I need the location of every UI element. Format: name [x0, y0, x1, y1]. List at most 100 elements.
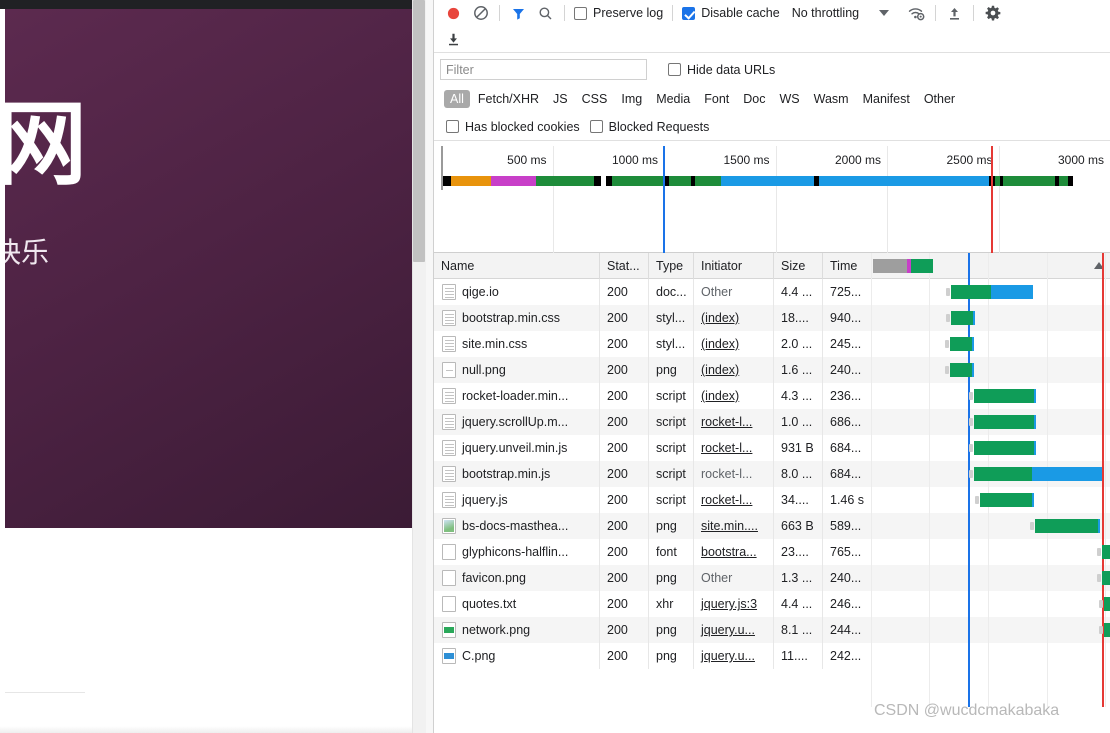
table-row[interactable]: favicon.png 200 png Other 1.3 ... 240... [434, 565, 1110, 591]
blocked-requests-checkbox[interactable]: Blocked Requests [589, 120, 709, 134]
throttling-select[interactable]: No throttling [792, 6, 859, 20]
cell-name: jquery.scrollUp.m... [462, 415, 569, 429]
requests-table-body: qige.io 200 doc... Other 4.4 ... 725... bootst… [434, 279, 1110, 733]
import-har-button[interactable] [440, 27, 467, 51]
type-filter-all[interactable]: All [444, 90, 470, 108]
screenshot-root: 网 快乐 Preserve log Disable cache No throt… [0, 0, 1110, 733]
table-row[interactable]: rocket-loader.min... 200 script (index) 4.3 … [434, 383, 1110, 409]
cell-type: script [648, 487, 693, 513]
cell-type: png [648, 513, 693, 539]
table-row[interactable]: bootstrap.min.css 200 styl... (index) 18....… [434, 305, 1110, 331]
column-header-name[interactable]: Name [434, 253, 599, 279]
cell-time: 240... [822, 357, 871, 383]
cell-initiator: Other [693, 279, 773, 305]
column-header-type[interactable]: Type [648, 253, 693, 279]
cell-initiator[interactable]: (index) [693, 331, 773, 357]
overview-request-segment [594, 176, 601, 186]
toolbar-separator-5 [973, 5, 975, 21]
cell-initiator[interactable]: (index) [693, 383, 773, 409]
type-filter-js[interactable]: JS [547, 90, 574, 108]
cell-type: script [648, 435, 693, 461]
cell-status: 200 [599, 409, 648, 435]
type-filter-other[interactable]: Other [918, 90, 961, 108]
cell-name: rocket-loader.min... [462, 389, 569, 403]
type-filter-media[interactable]: Media [650, 90, 696, 108]
type-filter-doc[interactable]: Doc [737, 90, 771, 108]
column-header-initiator[interactable]: Initiator [693, 253, 773, 279]
cell-initiator[interactable]: bootstra... [693, 539, 773, 565]
cell-initiator[interactable]: site.min.... [693, 513, 773, 539]
cell-initiator[interactable]: (index) [693, 305, 773, 331]
cell-initiator[interactable]: jquery.u... [693, 617, 773, 643]
filter-toggle-button[interactable] [505, 1, 532, 25]
type-filter-wasm[interactable]: Wasm [808, 90, 855, 108]
table-row[interactable]: jquery.scrollUp.m... 200 script rocket-l...… [434, 409, 1110, 435]
filter-input[interactable] [440, 59, 647, 80]
filter-bar: Hide data URLs [434, 54, 1110, 85]
sort-ascending-icon[interactable] [1094, 262, 1104, 269]
devtools-pane-divider[interactable] [426, 0, 434, 733]
page-scrollbar-thumb[interactable] [413, 0, 425, 262]
table-row[interactable]: C.png 200 png jquery.u... 11.... 242... [434, 643, 1110, 669]
requests-table-header: Name Stat... Type Initiator Size Time Wa… [434, 253, 1110, 279]
preserve-log-box[interactable] [574, 6, 587, 20]
cell-initiator[interactable]: jquery.u... [693, 643, 773, 669]
table-row[interactable]: jquery.unveil.min.js 200 script rocket-l...… [434, 435, 1110, 461]
cell-size: 23.... [773, 539, 822, 565]
table-row[interactable]: bs-docs-masthea... 200 png site.min.... 663 … [434, 513, 1110, 539]
cell-size: 4.3 ... [773, 383, 822, 409]
table-row[interactable]: quotes.txt 200 xhr jquery.js:3 4.4 ... 246... [434, 591, 1110, 617]
chevron-down-icon[interactable] [879, 10, 890, 16]
type-filter-img[interactable]: Img [615, 90, 648, 108]
type-filter-font[interactable]: Font [698, 90, 735, 108]
cell-initiator[interactable]: jquery.js:3 [693, 591, 773, 617]
cell-waterfall [871, 461, 1110, 487]
type-filter-css[interactable]: CSS [576, 90, 614, 108]
table-row[interactable]: network.png 200 png jquery.u... 8.1 ... 244..… [434, 617, 1110, 643]
column-header-status[interactable]: Stat... [599, 253, 648, 279]
cell-name: favicon.png [462, 571, 526, 585]
overview-request-segment [451, 176, 491, 186]
cell-status: 200 [599, 461, 648, 487]
search-button[interactable] [532, 1, 559, 25]
cell-waterfall [871, 305, 1110, 331]
disable-cache-box[interactable] [682, 6, 696, 20]
network-conditions-button[interactable] [903, 1, 930, 25]
clear-button[interactable] [467, 1, 494, 25]
cell-waterfall [871, 383, 1110, 409]
table-row[interactable]: glyphicons-halflin... 200 font bootstra... 2… [434, 539, 1110, 565]
column-header-waterfall[interactable]: Waterfall [871, 253, 1110, 279]
type-filter-manifest[interactable]: Manifest [857, 90, 916, 108]
hide-data-urls-checkbox[interactable]: Hide data URLs [668, 63, 775, 77]
cell-initiator[interactable]: rocket-l... [693, 487, 773, 513]
preserve-log-checkbox[interactable]: Preserve log [570, 6, 667, 20]
cell-initiator[interactable]: rocket-l... [693, 409, 773, 435]
type-filter-fetch-xhr[interactable]: Fetch/XHR [472, 90, 545, 108]
table-row[interactable]: null.png 200 png (index) 1.6 ... 240... [434, 357, 1110, 383]
table-row[interactable]: bootstrap.min.js 200 script rocket-l... 8.0 … [434, 461, 1110, 487]
blocked-requests-box[interactable] [589, 120, 603, 133]
network-overview-timeline[interactable]: 500 ms 1000 ms 1500 ms 2000 ms 2500 ms 3000 m… [434, 146, 1110, 253]
export-har-button[interactable] [941, 1, 968, 25]
cell-status: 200 [599, 591, 648, 617]
cell-time: 246... [822, 591, 871, 617]
column-header-time[interactable]: Time [822, 253, 871, 279]
overview-request-segment [1068, 176, 1073, 186]
type-filter-ws[interactable]: WS [773, 90, 805, 108]
hide-data-urls-box[interactable] [668, 63, 681, 76]
has-blocked-cookies-checkbox[interactable]: Has blocked cookies [446, 120, 580, 134]
cell-time: 1.46 s [822, 487, 871, 513]
record-button[interactable] [440, 1, 467, 25]
table-row[interactable]: jquery.js 200 script rocket-l... 34.... 1.46 … [434, 487, 1110, 513]
disable-cache-checkbox[interactable]: Disable cache [678, 6, 784, 20]
network-settings-button[interactable] [979, 1, 1006, 25]
column-header-size[interactable]: Size [773, 253, 822, 279]
table-row[interactable]: site.min.css 200 styl... (index) 2.0 ... 245.… [434, 331, 1110, 357]
cell-name: quotes.txt [462, 597, 517, 611]
cell-initiator[interactable]: (index) [693, 357, 773, 383]
overview-request-segment [443, 176, 451, 186]
has-blocked-cookies-box[interactable] [446, 120, 459, 133]
overview-gridline [998, 146, 1000, 253]
table-row[interactable]: qige.io 200 doc... Other 4.4 ... 725... [434, 279, 1110, 305]
cell-initiator[interactable]: rocket-l... [693, 435, 773, 461]
